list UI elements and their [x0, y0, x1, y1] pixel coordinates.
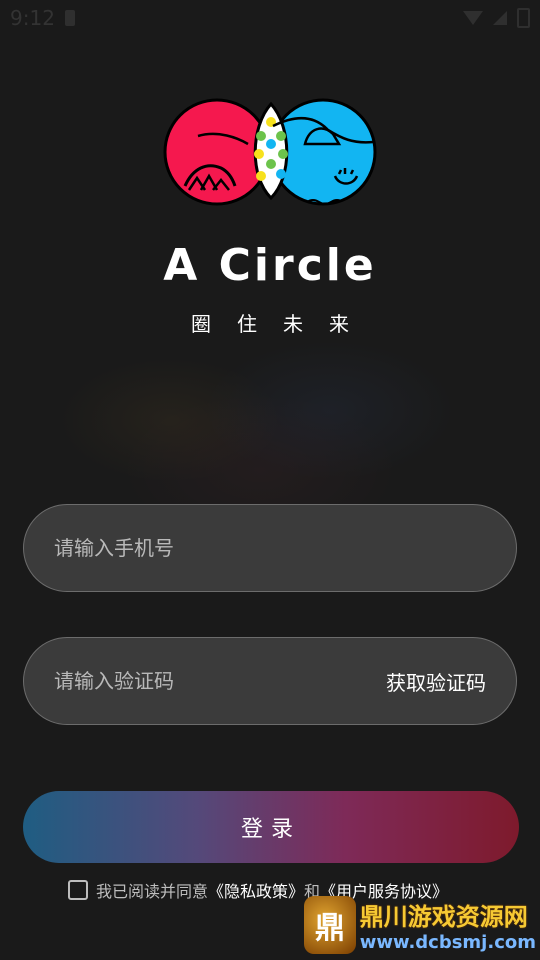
- agreement-checkbox[interactable]: [68, 880, 88, 900]
- app-slogan: 圈住未来: [191, 312, 375, 336]
- app-title: A Circle: [163, 240, 377, 291]
- signal-icon: [493, 11, 507, 25]
- sim-card-icon: [64, 10, 75, 26]
- phone-field[interactable]: [23, 504, 517, 592]
- get-code-button[interactable]: 获取验证码: [386, 667, 516, 696]
- code-input[interactable]: [24, 669, 386, 693]
- login-button[interactable]: 登录: [23, 791, 519, 863]
- agreement-prefix: 我已阅读并同意: [96, 882, 209, 901]
- watermark-url: www.dcbsmj.com: [359, 932, 536, 953]
- code-field[interactable]: 获取验证码: [23, 637, 517, 725]
- privacy-policy-link[interactable]: 《隐私政策》: [208, 878, 304, 902]
- watermark-logo: 鼎: [304, 896, 356, 954]
- phone-input[interactable]: [24, 536, 516, 560]
- watermark-title: 鼎川游戏资源网: [359, 903, 528, 931]
- watermark-text: 鼎川游戏资源网 www.dcbsmj.com: [360, 897, 536, 953]
- app-logo: [163, 98, 377, 206]
- wifi-icon: [463, 11, 483, 25]
- watermark: 鼎 鼎川游戏资源网 www.dcbsmj.com: [304, 893, 536, 957]
- status-bar: 9:12: [0, 0, 540, 36]
- battery-icon: [517, 8, 530, 28]
- status-left: 9:12: [10, 6, 75, 30]
- status-time: 9:12: [10, 6, 55, 30]
- status-right: [463, 8, 530, 28]
